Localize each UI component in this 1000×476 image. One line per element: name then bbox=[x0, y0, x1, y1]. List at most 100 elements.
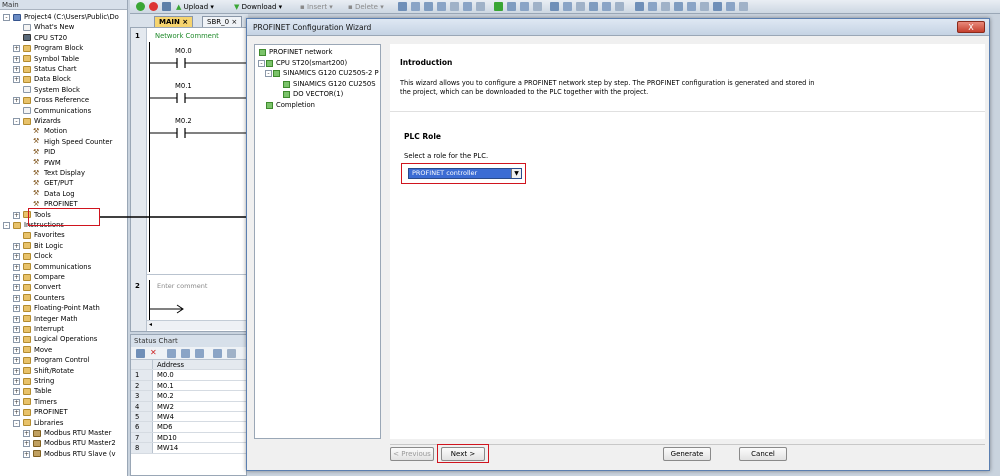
tree-item[interactable]: + Interrupt bbox=[0, 324, 127, 334]
close-icon[interactable]: × bbox=[231, 18, 237, 26]
toolbar-icon-f[interactable] bbox=[463, 2, 472, 11]
toolbar-icon[interactable] bbox=[167, 349, 176, 358]
toolbar-icon-b[interactable] bbox=[411, 2, 420, 11]
compile-icon[interactable] bbox=[162, 2, 171, 11]
toolbar-icon[interactable] bbox=[181, 349, 190, 358]
tree-item[interactable]: + Data Block bbox=[0, 74, 127, 84]
toolbar-icon-k[interactable] bbox=[533, 2, 542, 11]
tree-item[interactable]: ⚒ GET/PUT bbox=[0, 178, 127, 188]
tree-item[interactable]: + Program Control bbox=[0, 355, 127, 365]
wizard-step-item[interactable]: - SINAMICS G120 CU250S-2 P bbox=[255, 68, 382, 79]
expand-icon[interactable]: + bbox=[13, 388, 20, 396]
expand-icon[interactable]: + bbox=[23, 430, 30, 437]
empty-rung[interactable] bbox=[149, 304, 247, 314]
status-chart-row[interactable]: 3 M0.2 bbox=[131, 391, 248, 402]
toolbar-icon-l[interactable] bbox=[550, 2, 559, 11]
toolbar-icon[interactable] bbox=[213, 349, 222, 358]
download-button[interactable]: ▼ Download ▾ bbox=[234, 2, 282, 12]
tree-item[interactable]: + Counters bbox=[0, 293, 127, 303]
tree-item[interactable]: + Convert bbox=[0, 282, 127, 292]
tree-item[interactable]: + Floating-Point Math bbox=[0, 303, 127, 313]
close-icon[interactable]: X bbox=[957, 21, 985, 33]
expand-icon[interactable]: + bbox=[13, 253, 20, 261]
tree-item[interactable]: + Logical Operations bbox=[0, 334, 127, 344]
tree-item[interactable]: + Program Block bbox=[0, 43, 127, 53]
tab-sbr-0[interactable]: SBR_0 × bbox=[202, 16, 243, 27]
wizard-step-item[interactable]: - CPU ST20(smart200) bbox=[255, 58, 382, 69]
tree-item[interactable]: + Timers bbox=[0, 397, 127, 407]
contact-m0-0[interactable] bbox=[149, 57, 247, 69]
toolbar-icon-r[interactable] bbox=[635, 2, 644, 11]
expand-icon[interactable]: + bbox=[13, 242, 20, 250]
tree-item[interactable]: + Shift/Rotate bbox=[0, 366, 127, 376]
collapse-icon[interactable]: - bbox=[3, 222, 10, 229]
expand-icon[interactable]: + bbox=[13, 284, 20, 292]
tree-item[interactable]: + Integer Math bbox=[0, 314, 127, 324]
expand-icon[interactable]: + bbox=[13, 305, 20, 313]
tree-item[interactable]: ⚒ Text Display bbox=[0, 168, 127, 178]
tree-item[interactable]: - Libraries bbox=[0, 418, 127, 428]
toolbar-icon-e[interactable] bbox=[450, 2, 459, 11]
collapse-icon[interactable]: - bbox=[3, 14, 10, 21]
collapse-icon[interactable]: - bbox=[13, 118, 20, 125]
toolbar-icon-n[interactable] bbox=[576, 2, 585, 11]
add-row-icon[interactable] bbox=[136, 349, 145, 358]
tree-item[interactable]: + String bbox=[0, 376, 127, 386]
collapse-icon[interactable]: - bbox=[258, 59, 265, 67]
delete-button[interactable]: ▪ Delete ▾ bbox=[348, 2, 384, 12]
expand-icon[interactable]: + bbox=[13, 346, 20, 354]
pencil-icon[interactable] bbox=[227, 349, 236, 358]
expand-icon[interactable]: + bbox=[13, 398, 20, 406]
wizard-step-item[interactable]: DO VECTOR(1) bbox=[255, 89, 382, 100]
status-chart-row[interactable]: 7 MD10 bbox=[131, 432, 248, 444]
tab-main[interactable]: MAIN × bbox=[154, 16, 194, 27]
close-icon[interactable]: × bbox=[182, 18, 188, 26]
toolbar-icon-h[interactable] bbox=[494, 2, 503, 11]
tree-item[interactable]: + PROFINET bbox=[0, 407, 127, 417]
tree-item[interactable]: + Modbus RTU Master2 bbox=[0, 438, 127, 448]
toolbar-icon-x[interactable] bbox=[713, 2, 722, 11]
expand-icon[interactable]: + bbox=[13, 45, 20, 53]
expand-icon[interactable]: + bbox=[13, 357, 20, 365]
tree-item[interactable]: + Symbol Table bbox=[0, 54, 127, 64]
ladder-editor[interactable]: 1 Network Comment M0.0 M0.1 M0.2 2 Enter… bbox=[130, 27, 248, 332]
expand-icon[interactable]: + bbox=[13, 294, 20, 302]
expand-icon[interactable]: + bbox=[13, 315, 20, 323]
expand-icon[interactable]: + bbox=[13, 66, 20, 73]
stop-icon[interactable] bbox=[149, 2, 158, 11]
tree-item[interactable]: ⚒ Data Log bbox=[0, 189, 127, 199]
cancel-button[interactable]: Cancel bbox=[739, 447, 787, 461]
expand-icon[interactable]: + bbox=[13, 367, 20, 375]
status-chart-row[interactable]: 2 M0.1 bbox=[131, 380, 248, 392]
toolbar-icon-g[interactable] bbox=[476, 2, 485, 11]
wizard-step-item[interactable]: PROFINET network bbox=[255, 47, 382, 58]
expand-icon[interactable]: + bbox=[13, 326, 20, 333]
toolbar-icon-z[interactable] bbox=[739, 2, 748, 11]
expand-icon[interactable]: + bbox=[13, 336, 20, 344]
tree-item[interactable]: System Block bbox=[0, 85, 127, 95]
tree-item[interactable]: + Modbus RTU Master bbox=[0, 428, 127, 438]
tree-item[interactable]: What's New bbox=[0, 22, 127, 32]
status-chart-row[interactable]: 5 MW4 bbox=[131, 412, 248, 423]
run-icon[interactable] bbox=[136, 2, 145, 11]
expand-icon[interactable]: + bbox=[13, 409, 20, 417]
tree-item[interactable]: Favorites bbox=[0, 230, 127, 240]
tree-item[interactable]: + Move bbox=[0, 345, 127, 355]
tree-item[interactable]: - Wizards bbox=[0, 116, 127, 126]
toolbar-icon-m[interactable] bbox=[563, 2, 572, 11]
scroll-left-icon[interactable]: ◂ bbox=[149, 321, 152, 328]
expand-icon[interactable]: + bbox=[23, 450, 30, 458]
collapse-icon[interactable]: - bbox=[13, 419, 20, 427]
tree-item[interactable]: + Bit Logic bbox=[0, 241, 127, 251]
network-comment-input[interactable]: Enter comment bbox=[157, 282, 207, 290]
tree-item[interactable]: - Project4 (C:\Users\Public\Do bbox=[0, 12, 127, 22]
toolbar-icon-y[interactable] bbox=[726, 2, 735, 11]
expand-icon[interactable]: + bbox=[13, 211, 20, 219]
toolbar-icon-w[interactable] bbox=[700, 2, 709, 11]
tree-item[interactable]: + Status Chart bbox=[0, 64, 127, 74]
horizontal-scrollbar[interactable]: ◂ bbox=[147, 320, 247, 330]
toolbar-icon[interactable] bbox=[195, 349, 204, 358]
wizard-step-item[interactable]: SINAMICS G120 CU250S bbox=[255, 79, 382, 90]
toolbar-icon-t[interactable] bbox=[661, 2, 670, 11]
tree-item[interactable]: CPU ST20 bbox=[0, 33, 127, 43]
